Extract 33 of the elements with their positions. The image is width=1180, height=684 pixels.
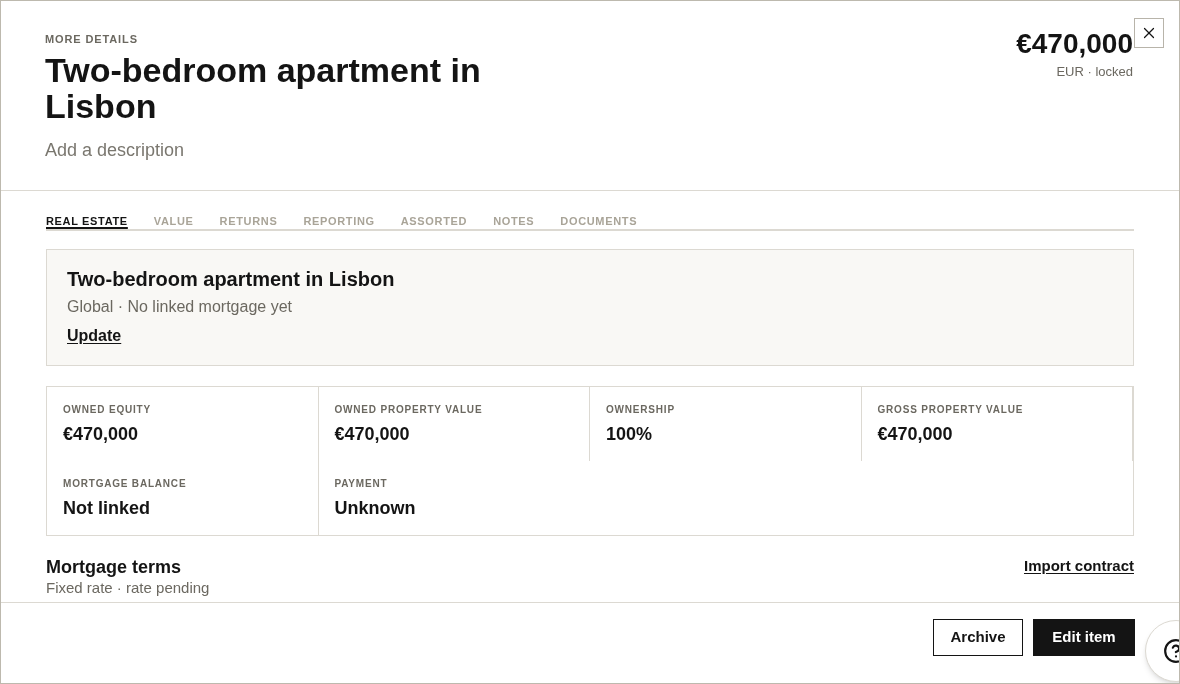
- archive-button[interactable]: Archive: [933, 619, 1023, 656]
- eyebrow-label: MORE DETAILS: [45, 32, 138, 46]
- stat-value: 100%: [606, 423, 653, 446]
- close-button[interactable]: [1134, 18, 1164, 48]
- tab[interactable]: REPORTING: [303, 214, 375, 229]
- stat-value: Not linked: [63, 497, 150, 520]
- tab[interactable]: RETURNS: [219, 214, 278, 229]
- stat-label: MORTGAGE BALANCE: [63, 477, 187, 490]
- tab[interactable]: ASSORTED: [400, 214, 468, 229]
- edit-button[interactable]: Edit item: [1033, 619, 1135, 656]
- stat-label: GROSS PROPERTY VALUE: [877, 403, 1024, 416]
- stat-value: €470,000: [877, 423, 953, 446]
- property-subtitle: Global · No linked mortgage yet: [67, 297, 292, 317]
- section-title: Mortgage terms: [46, 556, 182, 578]
- stat-value: €470,000: [334, 423, 410, 446]
- update-link[interactable]: Update: [67, 325, 122, 347]
- tab[interactable]: VALUE: [153, 214, 194, 229]
- stat-value: Unknown: [334, 497, 416, 520]
- description-field[interactable]: Add a description: [45, 138, 445, 162]
- stat-label: OWNED PROPERTY VALUE: [334, 403, 483, 416]
- stat-label: OWNERSHIP: [606, 403, 675, 416]
- stat-label: OWNED EQUITY: [63, 403, 151, 416]
- stat-value: €470,000: [63, 423, 139, 446]
- tab[interactable]: DOCUMENTS: [560, 214, 638, 229]
- price-value: €470,000: [1016, 27, 1133, 61]
- item-title: Two-bedroom apartment in Lisbon: [45, 52, 482, 124]
- property-title: Two-bedroom apartment in Lisbon: [67, 267, 395, 292]
- tab[interactable]: REAL ESTATE: [46, 214, 128, 229]
- section-subtitle: Fixed rate · rate pending: [46, 579, 210, 597]
- tab[interactable]: NOTES: [493, 214, 535, 229]
- import-link[interactable]: Import contract: [1024, 556, 1134, 576]
- price-note: EUR · locked: [1056, 64, 1133, 80]
- stat-label: PAYMENT: [334, 477, 388, 490]
